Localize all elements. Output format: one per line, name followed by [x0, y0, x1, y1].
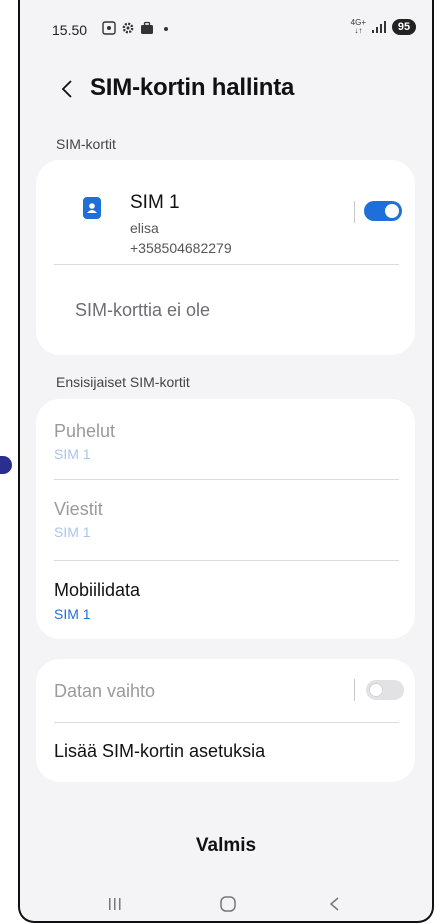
sim1-operator: elisa — [130, 220, 159, 236]
data-switch-label: Datan vaihto — [54, 681, 156, 701]
network-type-icon: 4G+ ↓↑ — [351, 19, 366, 35]
preferred-messages-row[interactable]: Viestit SIM 1 — [36, 480, 415, 560]
divider — [54, 264, 399, 265]
sim1-name: SIM 1 — [130, 192, 180, 213]
network-activity-label: ↓↑ — [354, 26, 363, 35]
navigation-bar — [20, 885, 432, 921]
toggle-separator — [354, 679, 355, 701]
battery-indicator: 95 — [392, 19, 416, 35]
calls-title: Puhelut — [54, 421, 116, 441]
back-nav-icon[interactable] — [320, 893, 350, 915]
sim1-row[interactable]: SIM 1 elisa +358504682279 — [36, 160, 415, 264]
section-label-sim-cards: SIM-kortit — [56, 136, 116, 152]
done-button[interactable]: Valmis — [20, 835, 432, 857]
status-time: 15.50 — [52, 22, 88, 38]
mobile-data-title: Mobiilidata — [54, 580, 141, 600]
status-bar: 15.50 4G+ ↓↑ 95 — [20, 0, 432, 60]
page-title: SIM-kortin hallinta — [90, 74, 295, 101]
data-switch-toggle[interactable] — [366, 680, 404, 700]
screenshot-icon — [102, 21, 116, 35]
more-settings-card: Datan vaihto Lisää SIM-kortin asetuksia — [36, 659, 415, 782]
sim-cards-card: SIM 1 elisa +358504682279 SIM-korttia ei… — [36, 160, 415, 355]
more-sim-settings-label: Lisää SIM-kortin asetuksia — [54, 741, 266, 761]
section-label-preferred-sim: Ensisijaiset SIM-kortit — [56, 374, 190, 390]
phone-screen: 15.50 4G+ ↓↑ 95 SIM-kortin hallinta SIM-… — [18, 0, 434, 923]
sim-card-icon — [83, 197, 101, 219]
messages-title: Viestit — [54, 499, 103, 519]
sim1-toggle[interactable] — [364, 201, 402, 221]
briefcase-icon — [141, 21, 153, 34]
side-indicator-dot — [0, 456, 12, 474]
empty-sim-slot: SIM-korttia ei ole — [75, 300, 211, 320]
recent-apps-icon[interactable] — [100, 893, 130, 915]
status-icons-right: 4G+ ↓↑ 95 — [351, 19, 416, 35]
back-arrow-icon[interactable] — [56, 74, 80, 104]
status-icons-left — [102, 21, 173, 35]
signal-strength-icon — [372, 21, 386, 33]
preferred-mobile-data-row[interactable]: Mobiilidata SIM 1 — [36, 561, 415, 639]
sim1-number: +358504682279 — [130, 240, 232, 256]
page-header: SIM-kortin hallinta — [20, 70, 432, 110]
mobile-data-value: SIM 1 — [54, 606, 91, 622]
toggle-separator — [354, 201, 355, 223]
notification-dot-icon — [164, 27, 168, 31]
more-sim-settings-row[interactable]: Lisää SIM-kortin asetuksia — [36, 723, 415, 782]
settings-gear-icon — [122, 22, 134, 34]
messages-value: SIM 1 — [54, 524, 91, 540]
data-switch-row[interactable]: Datan vaihto — [36, 659, 415, 722]
calls-value: SIM 1 — [54, 446, 91, 462]
preferred-sim-card: Puhelut SIM 1 Viestit SIM 1 Mobiilidata … — [36, 399, 415, 639]
home-icon[interactable] — [213, 893, 243, 915]
preferred-calls-row[interactable]: Puhelut SIM 1 — [36, 399, 415, 479]
